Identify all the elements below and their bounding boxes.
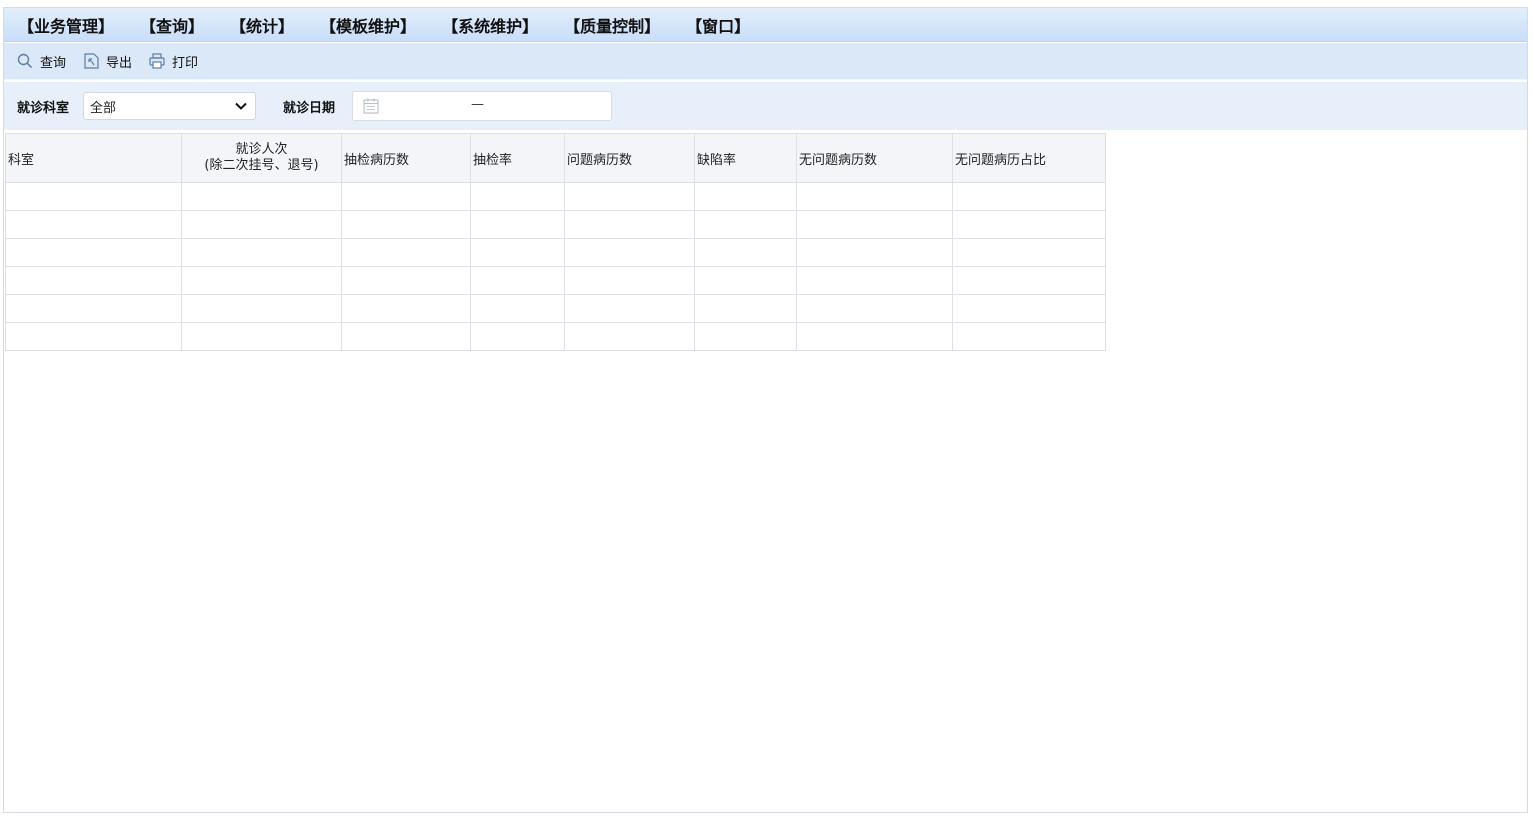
table-cell[interactable] [341, 238, 471, 267]
menu-window[interactable]: 【窗口】 [686, 13, 750, 37]
menu-statistics[interactable]: 【统计】 [230, 13, 294, 37]
menu-business[interactable]: 【业务管理】 [18, 13, 114, 37]
menu-quality[interactable]: 【质量控制】 [564, 13, 660, 37]
table-cell[interactable] [796, 322, 953, 351]
dept-label: 就诊科室 [17, 100, 70, 116]
table-cell[interactable] [341, 294, 471, 323]
col-header-no-problem[interactable]: 无问题病历数 [796, 133, 953, 183]
menu-query[interactable]: 【查询】 [140, 13, 204, 37]
query-button[interactable]: 查询 [16, 52, 66, 71]
table-cell[interactable] [181, 266, 342, 295]
date-range-separator: — [471, 97, 485, 112]
col-header-problem[interactable]: 问题病历数 [564, 133, 695, 183]
table-cell[interactable] [796, 294, 953, 323]
table-cell[interactable] [796, 266, 953, 295]
stats-table: 科室 就诊人次 (除二次挂号、退号) 抽检病历数 抽检率 问题病历数 缺陷率 无… [5, 133, 1106, 351]
table-header-row: 科室 就诊人次 (除二次挂号、退号) 抽检病历数 抽检率 问题病历数 缺陷率 无… [5, 133, 1106, 183]
dept-select-value: 全部 [90, 100, 117, 116]
table-cell[interactable] [470, 294, 565, 323]
table-cell[interactable] [694, 294, 797, 323]
table-cell[interactable] [181, 182, 342, 211]
table-cell[interactable] [470, 238, 565, 267]
table-cell[interactable] [181, 322, 342, 351]
menu-bar: 【业务管理】 【查询】 【统计】 【模板维护】 【系统维护】 【质量控制】 【窗… [4, 8, 1527, 42]
print-button-label: 打印 [172, 55, 199, 71]
col-header-defect-rate[interactable]: 缺陷率 [694, 133, 797, 183]
table-cell[interactable] [564, 238, 695, 267]
table-cell[interactable] [694, 266, 797, 295]
export-icon [84, 53, 99, 69]
col-header-sampled[interactable]: 抽检病历数 [341, 133, 471, 183]
menu-template[interactable]: 【模板维护】 [320, 13, 416, 37]
table-row[interactable] [5, 294, 1106, 323]
table-cell[interactable] [181, 294, 342, 323]
table-cell[interactable] [341, 182, 471, 211]
print-icon [149, 53, 165, 69]
table-cell[interactable] [564, 182, 695, 211]
table-cell[interactable] [952, 266, 1106, 295]
col-header-sample-rate[interactable]: 抽检率 [470, 133, 565, 183]
table-cell[interactable] [5, 266, 182, 295]
table-row[interactable] [5, 238, 1106, 267]
print-button[interactable]: 打印 [148, 52, 198, 71]
table-row[interactable] [5, 210, 1106, 239]
col-header-visits[interactable]: 就诊人次 (除二次挂号、退号) [181, 133, 342, 183]
date-range-input[interactable]: — [352, 91, 613, 121]
table-cell[interactable] [181, 238, 342, 267]
toolbar: 查询 导出 打印 [4, 43, 1527, 80]
query-button-label: 查询 [40, 55, 67, 71]
table-cell[interactable] [5, 238, 182, 267]
table-cell[interactable] [5, 210, 182, 239]
table-cell[interactable] [5, 322, 182, 351]
table-cell[interactable] [470, 210, 565, 239]
table-cell[interactable] [181, 210, 342, 239]
calendar-icon[interactable] [362, 97, 380, 115]
app-window: 【业务管理】 【查询】 【统计】 【模板维护】 【系统维护】 【质量控制】 【窗… [3, 7, 1528, 813]
col-header-visits-line2: (除二次挂号、退号) [204, 158, 319, 173]
table-cell[interactable] [796, 210, 953, 239]
table-cell[interactable] [694, 182, 797, 211]
table-cell[interactable] [341, 322, 471, 351]
table-row[interactable] [5, 322, 1106, 351]
table-cell[interactable] [564, 210, 695, 239]
table-cell[interactable] [694, 238, 797, 267]
table-cell[interactable] [470, 182, 565, 211]
table-cell[interactable] [694, 210, 797, 239]
table-cell[interactable] [952, 210, 1106, 239]
table-cell[interactable] [564, 294, 695, 323]
dept-select[interactable]: 全部 [83, 92, 257, 120]
table-cell[interactable] [5, 294, 182, 323]
table-cell[interactable] [952, 322, 1106, 351]
filter-bar: 就诊科室 全部 就诊日期 — [4, 82, 1527, 130]
table-cell[interactable] [341, 210, 471, 239]
date-label: 就诊日期 [283, 100, 336, 116]
table-cell[interactable] [564, 266, 695, 295]
table-body [5, 182, 1106, 351]
table-cell[interactable] [952, 182, 1106, 211]
col-header-visits-line1: 就诊人次 [235, 142, 288, 157]
table-cell[interactable] [341, 266, 471, 295]
table-row[interactable] [5, 182, 1106, 211]
menu-system[interactable]: 【系统维护】 [442, 13, 538, 37]
export-button[interactable]: 导出 [82, 52, 132, 71]
search-icon [17, 53, 33, 69]
table-cell[interactable] [694, 322, 797, 351]
table-cell[interactable] [470, 266, 565, 295]
table-cell[interactable] [5, 182, 182, 211]
col-header-dept[interactable]: 科室 [5, 133, 182, 183]
table-cell[interactable] [952, 238, 1106, 267]
chevron-down-icon [235, 102, 247, 110]
export-button-label: 导出 [106, 55, 133, 71]
table-cell[interactable] [952, 294, 1106, 323]
table-row[interactable] [5, 266, 1106, 295]
table-cell[interactable] [796, 182, 953, 211]
col-header-no-problem-ratio[interactable]: 无问题病历占比 [952, 133, 1106, 183]
table-cell[interactable] [470, 322, 565, 351]
table-cell[interactable] [796, 238, 953, 267]
table-cell[interactable] [564, 322, 695, 351]
